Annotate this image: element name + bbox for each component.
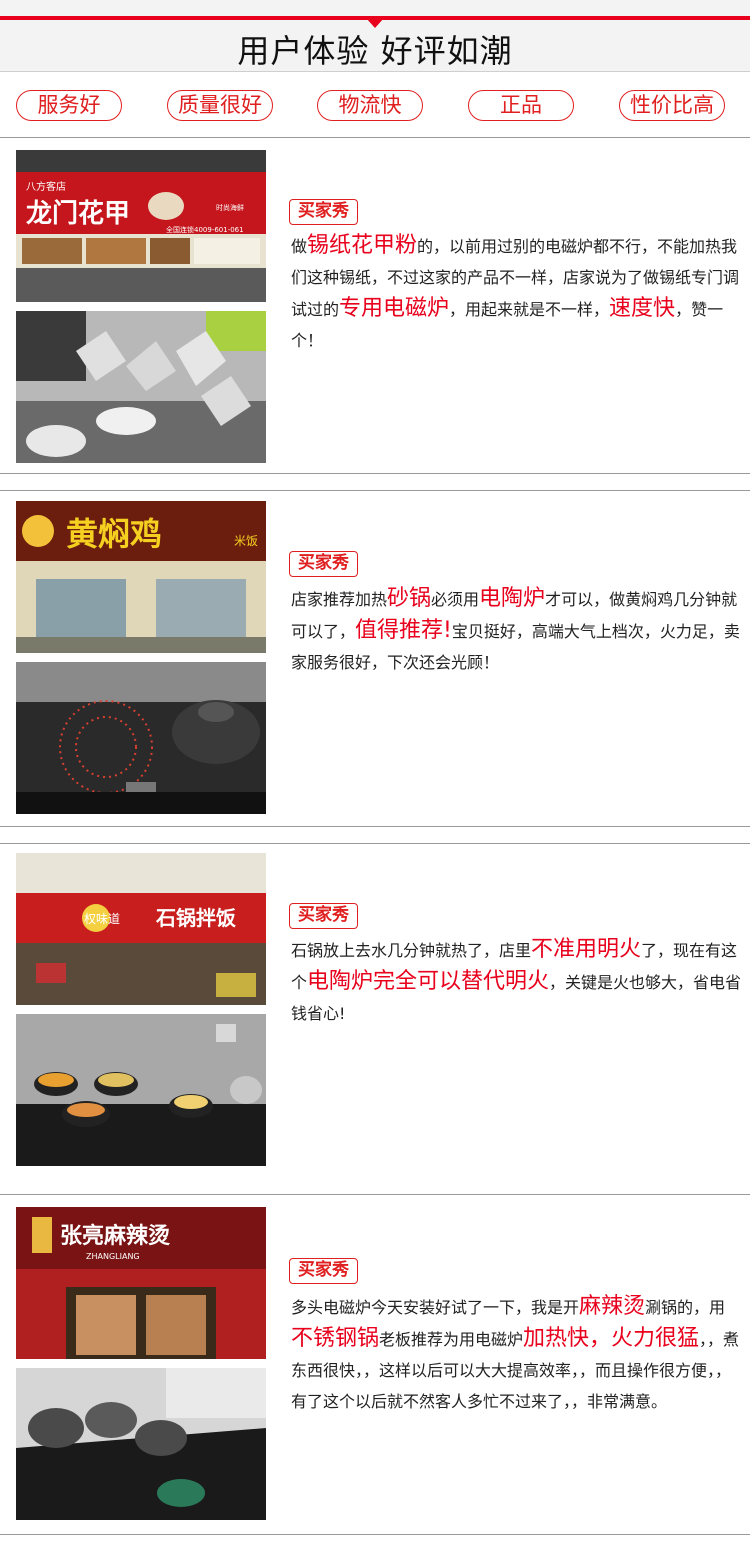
review-text-segment: 做 xyxy=(291,237,308,256)
review-highlight: 速度快 xyxy=(609,296,676,321)
review-highlight: 不准用明火 xyxy=(531,937,642,962)
divider xyxy=(0,826,750,827)
product-photo xyxy=(16,311,266,463)
store-photo: 八方客店 龙门花甲 时尚海鲜 全国连锁4009-601-061 xyxy=(16,150,266,302)
review-text: 店家推荐加热砂锅必须用电陶炉才可以，做黄焖鸡几分钟就可以了，值得推荐!宝贝挺好，… xyxy=(291,583,743,678)
feature-tags: 服务好 质量很好 物流快 正品 性价比高 xyxy=(0,90,750,122)
review-highlight: 砂锅 xyxy=(387,586,432,611)
tag-shipping: 物流快 xyxy=(317,90,423,121)
sign-big: 张亮麻辣烫 xyxy=(60,1223,170,1249)
sign-small: 八方客店 xyxy=(26,180,66,193)
sign-big: 黄焖鸡 xyxy=(66,515,162,553)
divider xyxy=(0,473,750,474)
review-highlight: 电陶炉完全可以替代明火 xyxy=(307,969,550,994)
divider xyxy=(0,1534,750,1535)
sign-sub: 时尚海鲜 xyxy=(216,203,244,212)
review-card-3: 权味道 石锅拌饭 买家秀 石锅放上去水几分钟就热了，店里不准用明火了，现在有这个… xyxy=(0,844,750,1194)
review-highlight: 麻辣烫 xyxy=(579,1294,646,1319)
tag-genuine: 正品 xyxy=(468,90,574,121)
review-text-segment: 店家推荐加热 xyxy=(291,590,388,609)
review-text: 做锡纸花甲粉的，以前用过别的电磁炉都不行，不能加热我们这种锡纸，不过这家的产品不… xyxy=(291,230,743,356)
product-photo xyxy=(16,662,266,814)
review-text-segment: ，用起来就是不一样， xyxy=(449,300,610,319)
buyer-show-badge: 买家秀 xyxy=(289,199,358,225)
buyer-show-badge: 买家秀 xyxy=(289,551,358,577)
header-bar: 用户体验 好评如潮 xyxy=(0,0,750,72)
review-text-segment: 老板推荐为用电磁炉 xyxy=(379,1330,524,1349)
review-card-2: 黄焖鸡 米饭 买家秀 店家推荐加热砂锅必须用电陶炉才可以，做黄焖鸡几分钟就可以了… xyxy=(0,491,750,826)
sign-sub: 权味道 xyxy=(84,912,120,926)
buyer-show-badge: 买家秀 xyxy=(289,1258,358,1284)
buyer-show-badge: 买家秀 xyxy=(289,903,358,929)
sign-big: 龙门花甲 xyxy=(26,199,130,229)
page-title: 用户体验 好评如潮 xyxy=(237,32,513,70)
review-text-segment: 必须用 xyxy=(431,590,480,609)
review-highlight: 电陶炉 xyxy=(479,586,546,611)
product-photo xyxy=(16,1368,266,1520)
review-highlight: 值得推荐! xyxy=(355,618,452,643)
review-highlight: 加热快，火力很猛 xyxy=(523,1326,700,1351)
tag-quality: 质量很好 xyxy=(167,90,273,121)
sign-sub: ZHANGLIANG xyxy=(86,1252,140,1261)
review-card-4: 张亮麻辣烫 ZHANGLIANG 买家秀 多头电磁炉今天安装好试了一下，我是开麻… xyxy=(0,1195,750,1535)
store-photo: 黄焖鸡 米饭 xyxy=(16,501,266,653)
review-highlight: 专用电磁炉 xyxy=(339,296,450,321)
store-photo: 权味道 石锅拌饭 xyxy=(16,853,266,1005)
sign-sub: 米饭 xyxy=(234,534,258,548)
sign-phone: 全国连锁4009-601-061 xyxy=(166,225,244,234)
product-photo xyxy=(16,1014,266,1166)
review-text-segment: 涮锅的，用 xyxy=(645,1298,726,1317)
review-text: 石锅放上去水几分钟就热了，店里不准用明火了，现在有这个电陶炉完全可以替代明火，关… xyxy=(291,934,743,1029)
sign-big: 石锅拌饭 xyxy=(155,906,236,930)
store-photo: 张亮麻辣烫 ZHANGLIANG xyxy=(16,1207,266,1359)
review-card-1: 八方客店 龙门花甲 时尚海鲜 全国连锁4009-601-061 买家秀 做锡纸花… xyxy=(0,138,750,473)
review-text-segment: 石锅放上去水几分钟就热了，店里 xyxy=(291,941,532,960)
review-highlight: 不锈钢锅 xyxy=(291,1326,380,1351)
review-text: 多头电磁炉今天安装好试了一下，我是开麻辣烫涮锅的，用不锈钢锅老板推荐为用电磁炉加… xyxy=(291,1291,743,1417)
review-highlight: 锡纸花甲粉 xyxy=(307,233,418,258)
tag-value: 性价比高 xyxy=(619,90,725,121)
review-text-segment: 多头电磁炉今天安装好试了一下，我是开 xyxy=(291,1298,580,1317)
tag-service: 服务好 xyxy=(16,90,122,121)
